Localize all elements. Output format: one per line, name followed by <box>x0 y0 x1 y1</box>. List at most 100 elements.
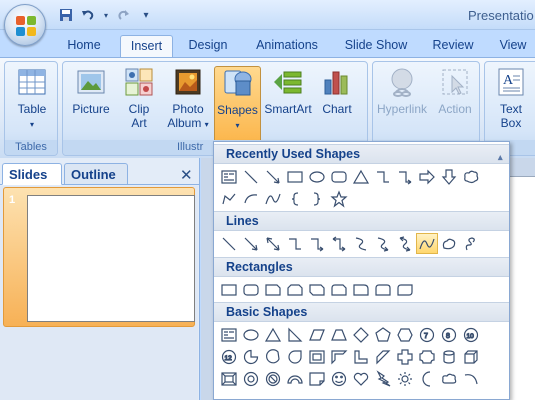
curve-shape-icon[interactable] <box>262 188 284 209</box>
undo-dropdown-icon[interactable]: ▾ <box>102 7 110 23</box>
curve-shape-icon[interactable] <box>416 233 438 254</box>
office-button[interactable] <box>4 4 46 46</box>
smiley-face-shape-icon[interactable] <box>328 368 350 389</box>
arrow-line-shape-icon[interactable] <box>262 166 284 187</box>
save-icon[interactable] <box>58 7 74 23</box>
can-shape-icon[interactable] <box>438 346 460 367</box>
triangle-shape-icon[interactable] <box>262 324 284 345</box>
elbow-arrow-connector-shape-icon[interactable] <box>394 166 416 187</box>
rectangle-shape-icon[interactable] <box>284 166 306 187</box>
photo-album-button[interactable]: Photo Album ▾ <box>163 66 213 138</box>
snip-same-side-rectangle-shape-icon[interactable] <box>284 279 306 300</box>
heptagon-shape-icon[interactable]: 7 <box>416 324 438 345</box>
clip-art-button[interactable]: Clip Art <box>119 66 159 138</box>
block-arc-shape-icon[interactable] <box>284 368 306 389</box>
elbow-double-arrow-connector-shape-icon[interactable] <box>328 233 350 254</box>
snip-diagonal-rectangle-shape-icon[interactable] <box>306 279 328 300</box>
moon-shape-icon[interactable] <box>416 368 438 389</box>
redo-icon[interactable] <box>116 7 132 23</box>
heart-shape-icon[interactable] <box>350 368 372 389</box>
half-frame-shape-icon[interactable] <box>328 346 350 367</box>
action-button[interactable]: Action <box>433 66 477 138</box>
cube-shape-icon[interactable] <box>460 346 482 367</box>
tab-home[interactable]: Home <box>58 35 110 57</box>
frame-shape-icon[interactable] <box>306 346 328 367</box>
diamond-shape-icon[interactable] <box>350 324 372 345</box>
lightning-bolt-shape-icon[interactable] <box>372 368 394 389</box>
folded-corner-shape-icon[interactable] <box>306 368 328 389</box>
sun-shape-icon[interactable] <box>394 368 416 389</box>
double-arrow-line-shape-icon[interactable] <box>262 233 284 254</box>
tab-slides[interactable]: Slides <box>2 163 62 185</box>
round-same-side-rectangle-shape-icon[interactable] <box>372 279 394 300</box>
curved-double-arrow-connector-shape-icon[interactable] <box>394 233 416 254</box>
tab-design[interactable]: Design <box>180 35 236 57</box>
oval-shape-icon[interactable] <box>306 166 328 187</box>
slide-thumbnail[interactable] <box>27 195 195 322</box>
elbow-arrow-connector-shape-icon[interactable] <box>306 233 328 254</box>
undo-icon[interactable] <box>80 7 96 23</box>
pie-shape-icon[interactable] <box>240 346 262 367</box>
close-icon[interactable]: ✕ <box>180 166 193 184</box>
no-symbol-shape-icon[interactable] <box>262 368 284 389</box>
picture-button[interactable]: Picture <box>67 66 115 138</box>
tab-outline[interactable]: Outline <box>64 163 128 185</box>
triangle-shape-icon[interactable] <box>350 166 372 187</box>
customize-icon[interactable]: ▾ <box>138 7 154 23</box>
tab-slide-show[interactable]: Slide Show <box>338 35 414 57</box>
cloud-shape-icon[interactable] <box>438 368 460 389</box>
callout-shape-icon[interactable] <box>460 166 482 187</box>
diagonal-stripe-shape-icon[interactable] <box>372 346 394 367</box>
snip-round-rectangle-shape-icon[interactable] <box>328 279 350 300</box>
tab-view[interactable]: View <box>490 35 535 57</box>
line-shape-icon[interactable] <box>218 233 240 254</box>
arc-shape-icon[interactable] <box>460 368 482 389</box>
text-box-shape-icon[interactable] <box>218 166 240 187</box>
text-box-button[interactable]: A Text Box <box>489 66 533 138</box>
cross-shape-icon[interactable] <box>394 346 416 367</box>
donut-shape-icon[interactable] <box>240 368 262 389</box>
pentagon-shape-icon[interactable] <box>372 324 394 345</box>
tab-animations[interactable]: Animations <box>246 35 328 57</box>
down-arrow-shape-icon[interactable] <box>438 166 460 187</box>
decagon-shape-icon[interactable]: 10 <box>460 324 482 345</box>
shapes-button[interactable]: Shapes ▾ <box>214 66 261 146</box>
round-single-corner-rectangle-shape-icon[interactable] <box>350 279 372 300</box>
scribble-shape-icon[interactable] <box>460 233 482 254</box>
oval-shape-icon[interactable] <box>240 324 262 345</box>
tab-insert[interactable]: Insert <box>120 35 173 57</box>
smartart-button[interactable]: SmartArt <box>263 66 313 138</box>
right-arrow-shape-icon[interactable] <box>416 166 438 187</box>
bevel-shape-icon[interactable] <box>218 368 240 389</box>
table-button[interactable]: Table ▾ <box>9 66 55 138</box>
rounded-rectangle-shape-icon[interactable] <box>240 279 262 300</box>
right-brace-shape-icon[interactable] <box>306 188 328 209</box>
chord-shape-icon[interactable] <box>262 346 284 367</box>
plaque-shape-icon[interactable] <box>416 346 438 367</box>
arc-shape-icon[interactable] <box>240 188 262 209</box>
freeform-closed-shape-icon[interactable] <box>438 233 460 254</box>
left-brace-shape-icon[interactable] <box>284 188 306 209</box>
line-shape-icon[interactable] <box>240 166 262 187</box>
hyperlink-button[interactable]: Hyperlink <box>373 66 431 138</box>
parallelogram-shape-icon[interactable] <box>306 324 328 345</box>
curved-connector-shape-icon[interactable] <box>350 233 372 254</box>
trapezoid-shape-icon[interactable] <box>328 324 350 345</box>
l-shape-icon[interactable] <box>350 346 372 367</box>
freeform-shape-icon[interactable] <box>218 188 240 209</box>
hexagon-shape-icon[interactable] <box>394 324 416 345</box>
slide-thumbnail-selected[interactable]: 1 <box>3 187 195 327</box>
dodecagon-shape-icon[interactable]: 12 <box>218 346 240 367</box>
teardrop-shape-icon[interactable] <box>284 346 306 367</box>
chart-button[interactable]: Chart <box>315 66 359 138</box>
arrow-line-shape-icon[interactable] <box>240 233 262 254</box>
elbow-connector-shape-icon[interactable] <box>284 233 306 254</box>
right-triangle-shape-icon[interactable] <box>284 324 306 345</box>
round-diagonal-rectangle-shape-icon[interactable] <box>394 279 416 300</box>
text-box-shape-icon[interactable] <box>218 324 240 345</box>
star-shape-icon[interactable] <box>328 188 350 209</box>
rounded-rectangle-shape-icon[interactable] <box>328 166 350 187</box>
snip-single-corner-rectangle-shape-icon[interactable] <box>262 279 284 300</box>
curved-arrow-connector-shape-icon[interactable] <box>372 233 394 254</box>
elbow-connector-shape-icon[interactable] <box>372 166 394 187</box>
